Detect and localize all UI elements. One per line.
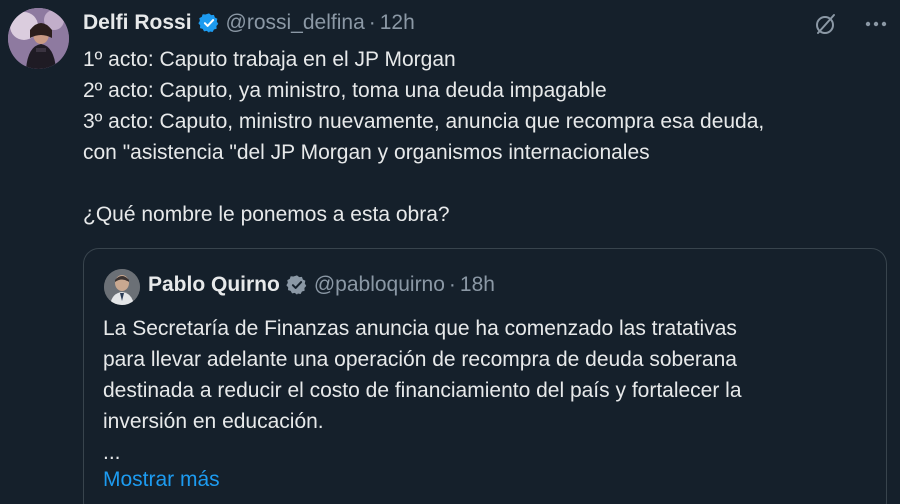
author-name[interactable]: Delfi Rossi (83, 11, 192, 35)
tweet-line-3: 3º acto: Caputo, ministro nuevamente, an… (83, 110, 765, 133)
show-more-link[interactable]: Mostrar más (103, 468, 220, 492)
quoted-tweet[interactable]: Pablo Quirno @pabloquirno · 18h La Secre… (83, 248, 887, 504)
quoted-line-2: para llevar adelante una operación de re… (103, 348, 737, 371)
tweet-line-4: con "asistencia "del JP Morgan y organis… (83, 141, 650, 164)
separator-dot: · (368, 11, 376, 34)
quoted-line-1: La Secretaría de Finanzas anuncia que ha… (103, 317, 737, 340)
separator-dot: · (448, 273, 456, 296)
tweet-time[interactable]: 12h (380, 11, 415, 35)
tweet-header: Delfi Rossi @rossi_delfina · 12h (83, 9, 415, 37)
slashed-circle-icon[interactable] (812, 10, 840, 38)
quoted-author-name[interactable]: Pablo Quirno (148, 273, 280, 297)
quoted-tweet-time[interactable]: 18h (460, 273, 495, 297)
quoted-author-handle[interactable]: @pabloquirno (314, 273, 445, 297)
quoted-ellipsis: ... (103, 441, 121, 464)
author-handle[interactable]: @rossi_delfina (226, 11, 365, 35)
tweet-question: ¿Qué nombre le ponemos a esta obra? (83, 203, 450, 226)
author-avatar[interactable] (8, 8, 69, 69)
tweet-line-2: 2º acto: Caputo, ya ministro, toma una d… (83, 79, 607, 102)
tweet-text: 1º acto: Caputo trabaja en el JP Morgan … (83, 44, 893, 230)
tweet-line-1: 1º acto: Caputo trabaja en el JP Morgan (83, 48, 456, 71)
quoted-tweet-text: La Secretaría de Finanzas anuncia que ha… (103, 313, 873, 468)
tweet-actions-top (812, 10, 890, 38)
quoted-line-3: destinada a reducir el costo de financia… (103, 379, 742, 402)
more-dots-icon[interactable] (862, 10, 890, 38)
quoted-author-avatar[interactable] (104, 269, 140, 305)
verified-badge-icon (286, 274, 308, 296)
quoted-line-4: inversión en educación. (103, 410, 324, 433)
verified-badge-icon (197, 12, 220, 34)
tweet: Delfi Rossi @rossi_delfina · 12h 1º acto… (0, 0, 900, 504)
quoted-tweet-header: Pablo Quirno @pabloquirno · 18h (148, 273, 495, 297)
